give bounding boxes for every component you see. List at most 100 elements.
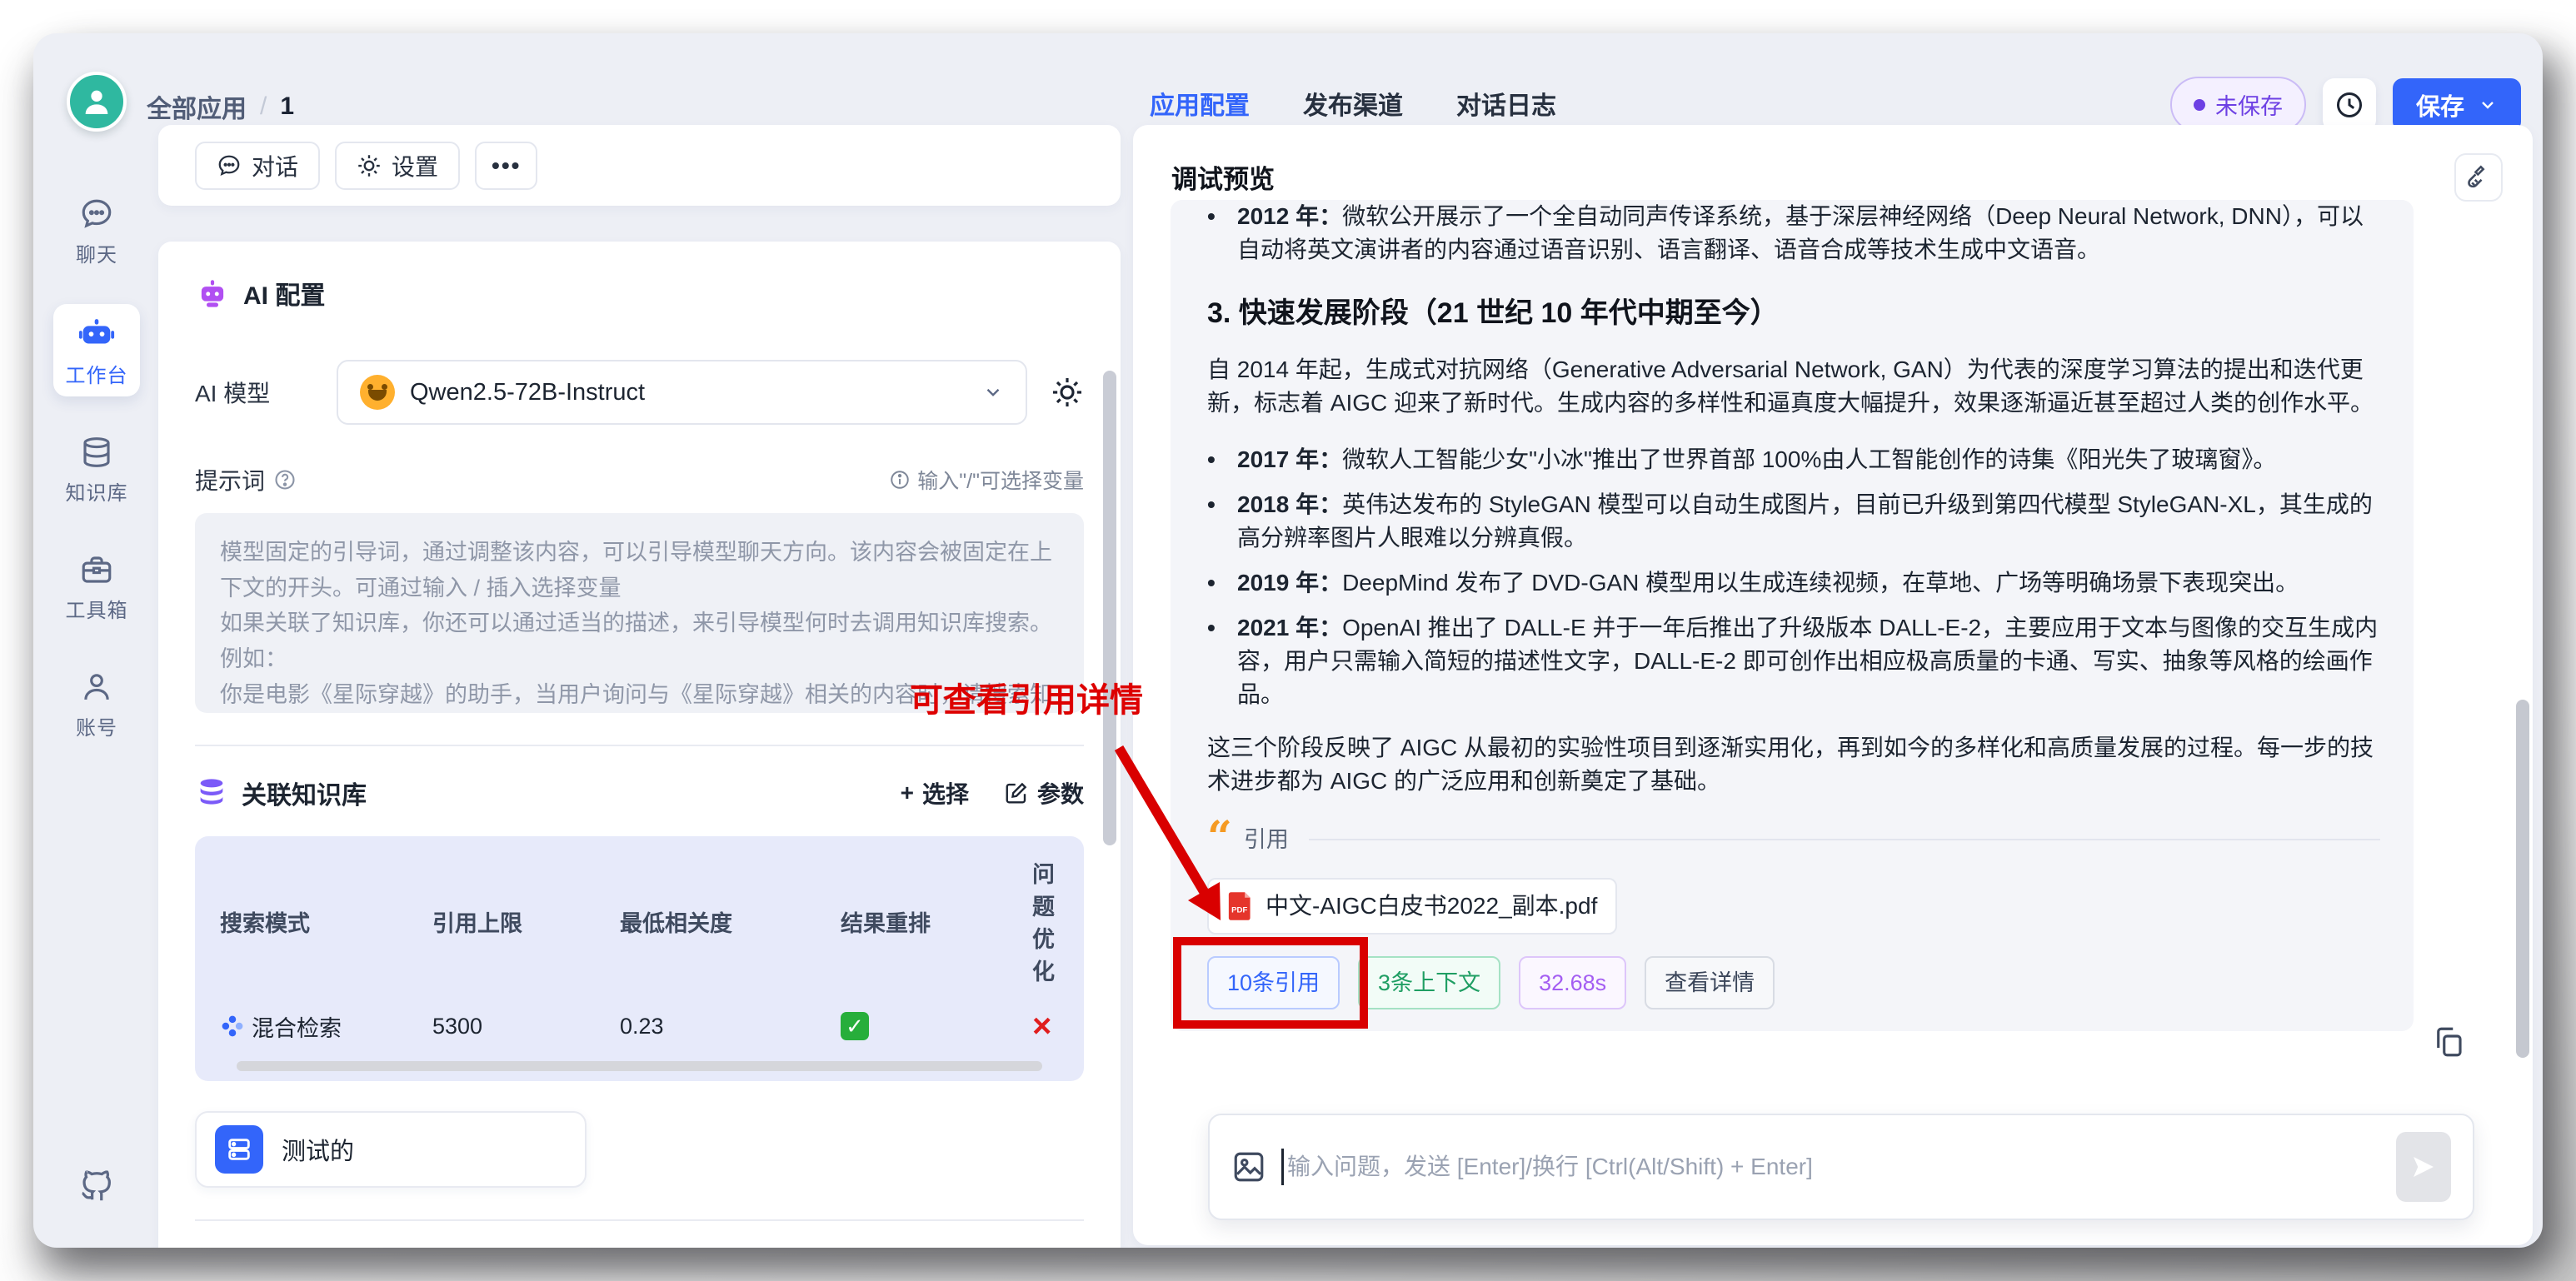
- model-settings-button[interactable]: [1051, 376, 1084, 409]
- copy-message-button[interactable]: [2431, 1024, 2466, 1059]
- annotation-note: 可查看引用详情: [910, 673, 1143, 721]
- user-icon: [80, 85, 113, 118]
- header-tabs: 应用配置 发布渠道 对话日志: [1150, 85, 1556, 122]
- ellipsis-icon: •••: [492, 152, 521, 179]
- status-dot: [2194, 99, 2205, 111]
- avatar[interactable]: [67, 72, 127, 132]
- save-button[interactable]: 保存: [2393, 78, 2521, 132]
- gear-icon: [357, 153, 382, 178]
- unsaved-status-badge: 未保存: [2170, 77, 2306, 132]
- github-link[interactable]: [77, 1166, 116, 1204]
- optimize-disabled-x-icon: ×: [1032, 1008, 1051, 1044]
- kb-settings-table: 搜索模式 引用上限 最低相关度 结果重排 问题优化 混合检索 5300 0.23…: [195, 836, 1084, 1081]
- sidebar-item-knowledge[interactable]: 知识库: [53, 425, 140, 514]
- breadcrumb-current: 1: [280, 92, 294, 121]
- text-cursor: [1281, 1149, 1284, 1185]
- send-icon: [2410, 1154, 2437, 1180]
- kb-select-button[interactable]: + 选择: [901, 776, 969, 810]
- chat-scrollbar[interactable]: [2516, 700, 2529, 1058]
- sidebar-item-label: 知识库: [66, 476, 128, 506]
- history-button[interactable]: [2323, 78, 2376, 132]
- plus-icon: +: [901, 780, 914, 806]
- view-details-button[interactable]: 查看详情: [1645, 956, 1775, 1009]
- tab-chat-logs[interactable]: 对话日志: [1456, 85, 1556, 122]
- message-paragraph: 自 2014 年起，生成式对抗网络（Generative Adversarial…: [1207, 353, 2380, 420]
- more-menu-button[interactable]: •••: [475, 142, 537, 190]
- model-select[interactable]: Qwen2.5-72B-Instruct: [337, 360, 1027, 425]
- ai-config-section-header: AI 配置: [195, 275, 1084, 312]
- broom-icon: [2464, 163, 2493, 192]
- sidebar: 聊天 工作台 知识库: [33, 33, 160, 1248]
- settings-button[interactable]: 设置: [335, 142, 460, 190]
- sidebar-item-toolbox[interactable]: 工具箱: [53, 542, 140, 631]
- hybrid-search-icon: [220, 1014, 245, 1039]
- kb-col-search-mode: 搜索模式: [220, 905, 432, 938]
- citation-file-name: 中文-AIGC白皮书2022_副本.pdf: [1266, 890, 1597, 923]
- chat-input-bar: [1208, 1114, 2474, 1220]
- copy-icon: [2431, 1024, 2466, 1059]
- chat-bubble-icon: [217, 153, 242, 178]
- context-count-badge[interactable]: 3条上下文: [1358, 956, 1500, 1009]
- edit-icon: [1004, 780, 1029, 805]
- rerank-enabled-check-icon: ✓: [841, 1012, 869, 1040]
- prompt-label: 提示词: [195, 463, 297, 496]
- config-panel-scrollbar[interactable]: [1103, 371, 1116, 845]
- kb-quote-limit-value: 5300: [432, 1014, 620, 1039]
- kb-dataset-card[interactable]: 测试的: [195, 1111, 587, 1188]
- image-upload-icon[interactable]: [1231, 1149, 1266, 1184]
- annotation-highlight-box: [1173, 937, 1368, 1029]
- plugin-toolbox-icon: [195, 1245, 230, 1248]
- debug-preview-panel: 调试预览 • 2007 年：纽约大学人工智能研究员罗斯·古德温装配的人工智能系统…: [1133, 125, 2533, 1245]
- sidebar-item-label: 工具箱: [66, 594, 128, 623]
- clock-icon: [2334, 90, 2364, 120]
- sidebar-item-workbench[interactable]: 工作台: [53, 304, 140, 396]
- breadcrumb: 全部应用 / 1: [147, 88, 294, 125]
- timeline-item: • 2012 年：微软公开展示了一个全自动同声传译系统，基于深层神经网络（Dee…: [1207, 200, 2380, 267]
- chevron-down-icon: [2478, 95, 2498, 115]
- citation-file-chip[interactable]: PDF 中文-AIGC白皮书2022_副本.pdf: [1207, 878, 1617, 935]
- github-icon: [77, 1166, 116, 1204]
- model-value: Qwen2.5-72B-Instruct: [410, 379, 967, 406]
- kb-table-scrollbar[interactable]: [237, 1061, 1042, 1071]
- kb-min-relevance-value: 0.23: [620, 1014, 841, 1039]
- send-button[interactable]: [2396, 1132, 2451, 1202]
- dataset-icon: [225, 1135, 253, 1164]
- plugin-select-button[interactable]: + 选择: [1016, 1246, 1084, 1248]
- breadcrumb-root[interactable]: 全部应用: [147, 88, 247, 125]
- kb-settings-row: 混合检索 5300 0.23 ✓ ×: [220, 1009, 1059, 1043]
- section-divider: [195, 745, 1084, 746]
- robot-icon: [195, 276, 230, 311]
- kb-dataset-name: 测试的: [282, 1132, 354, 1167]
- sidebar-item-chat[interactable]: 聊天: [53, 187, 140, 276]
- clear-chat-button[interactable]: [2454, 153, 2503, 202]
- help-icon[interactable]: [273, 468, 297, 491]
- model-label: AI 模型: [195, 376, 337, 409]
- app-config-panel: AI 配置 AI 模型 Qwen2.5-72B-Instruct 提示词: [158, 242, 1121, 1248]
- citation-divider: [1309, 839, 2380, 840]
- timeline-item: • 2021 年：OpenAI 推出了 DALL-E 并于一年后推出了升级版本 …: [1207, 611, 2380, 711]
- info-icon: [889, 469, 911, 491]
- chat-input[interactable]: [1287, 1154, 2396, 1180]
- chevron-down-icon: [982, 381, 1004, 403]
- response-time-badge[interactable]: 32.68s: [1519, 956, 1626, 1009]
- message-paragraph: 这三个阶段反映了 AIGC 从最初的实验性项目到逐渐实用化，再到如今的多样化和高…: [1207, 731, 2380, 798]
- database-icon: [195, 776, 228, 810]
- kb-col-question-optimize: 问题优化: [1032, 856, 1059, 986]
- kb-params-button[interactable]: 参数: [1004, 776, 1084, 810]
- chat-button[interactable]: 对话: [195, 142, 320, 190]
- tab-publish-channel[interactable]: 发布渠道: [1303, 85, 1403, 122]
- robot-icon: [77, 314, 116, 352]
- sidebar-item-account[interactable]: 账号: [53, 660, 140, 749]
- user-icon: [79, 670, 114, 705]
- kb-search-mode-value: 混合检索: [252, 1010, 342, 1043]
- message-heading: 3. 快速发展阶段（21 世纪 10 年代中期至今）: [1207, 297, 2380, 330]
- timeline-item: • 2017 年：微软人工智能少女"小冰"推出了世界首部 100%由人工智能创作…: [1207, 443, 2380, 476]
- app-toolbar-card: 对话 设置 •••: [158, 125, 1121, 206]
- database-icon: [79, 435, 114, 470]
- huggingface-icon: [360, 375, 395, 410]
- timeline-item: • 2019 年：DeepMind 发布了 DVD-GAN 模型用以生成连续视频…: [1207, 566, 2380, 600]
- tab-app-config[interactable]: 应用配置: [1150, 85, 1250, 122]
- response-badges: 10条引用 3条上下文 32.68s 查看详情: [1207, 956, 2380, 1009]
- debug-preview-title: 调试预览: [1171, 158, 1275, 196]
- knowledge-base-section-header: 关联知识库 + 选择 参数: [195, 775, 1084, 811]
